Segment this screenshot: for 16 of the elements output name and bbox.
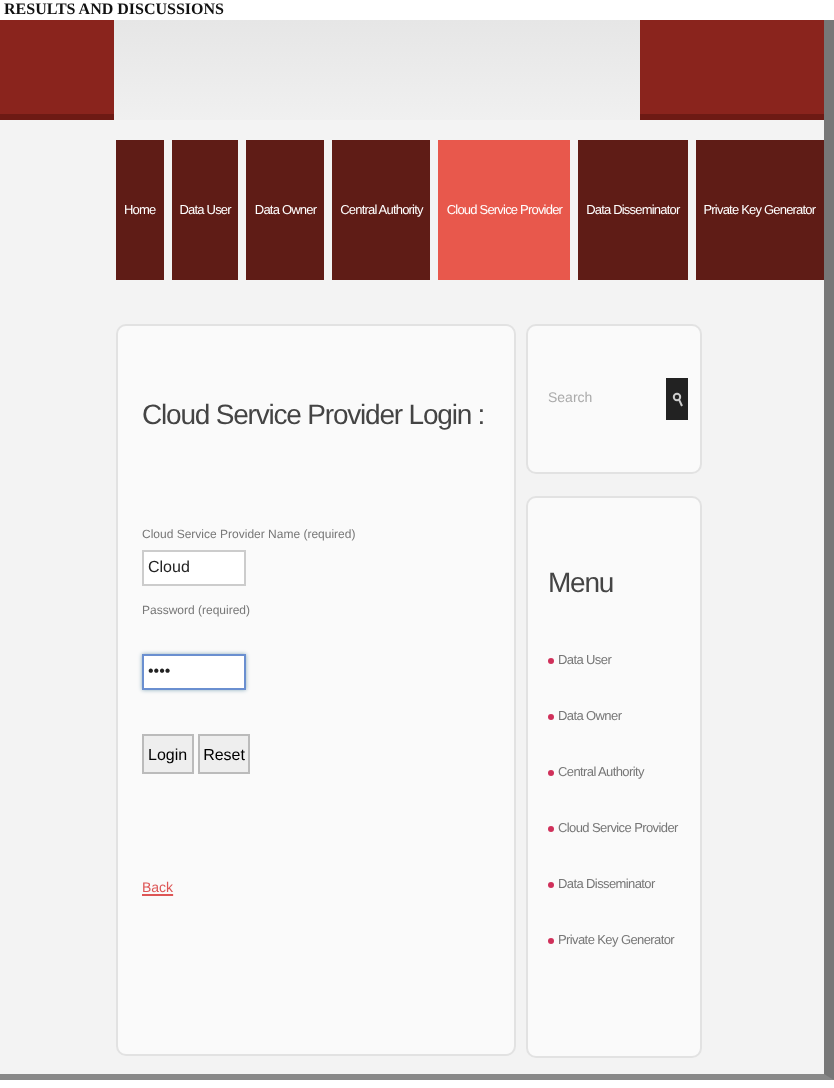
document-heading: RESULTS AND DISCUSSIONS xyxy=(4,0,224,18)
input-field[interactable]: •••• xyxy=(142,654,246,690)
login-button[interactable]: Login xyxy=(142,734,194,774)
bullet-icon xyxy=(548,825,554,831)
input-field[interactable]: Cloud xyxy=(142,550,246,586)
bullet-icon xyxy=(548,713,554,719)
reset-button[interactable]: Reset xyxy=(197,734,251,774)
bullet-icon xyxy=(548,769,554,775)
menu-title: Menu xyxy=(548,566,616,598)
login-title: Cloud Service Provider Login : xyxy=(142,398,487,430)
bullet-icon xyxy=(548,657,554,663)
header-banner xyxy=(0,20,114,120)
bullet-icon xyxy=(548,881,554,887)
bullet-icon xyxy=(548,937,554,943)
search-icon xyxy=(671,391,683,407)
search-button[interactable] xyxy=(666,378,688,420)
